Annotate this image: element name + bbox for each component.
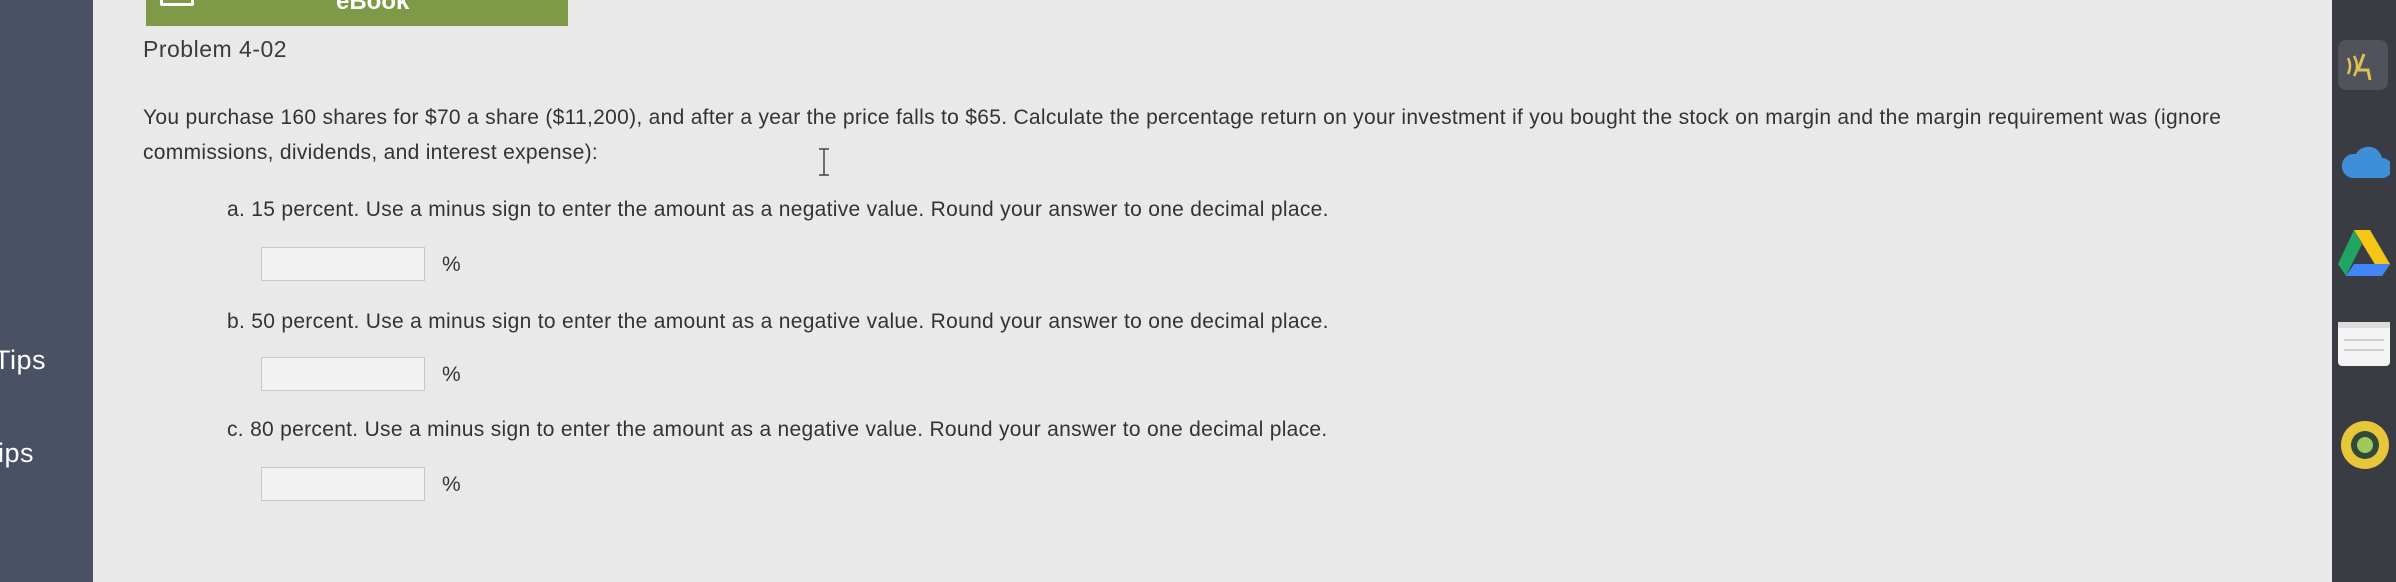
drive-icon[interactable] <box>2336 228 2392 278</box>
right-dock <box>2332 0 2396 582</box>
problem-title: Problem 4-02 <box>143 36 288 62</box>
answer-c-input[interactable] <box>261 467 425 501</box>
text-cursor-icon <box>819 148 829 176</box>
sidebar-tips-label[interactable]: Tips <box>0 345 46 376</box>
book-icon <box>160 0 194 6</box>
audio-icon[interactable] <box>2338 40 2388 90</box>
answer-a-input[interactable] <box>261 247 425 281</box>
cloud-icon[interactable] <box>2338 138 2390 186</box>
answer-c-unit: % <box>442 473 461 496</box>
answer-b-input[interactable] <box>261 357 425 391</box>
problem-text: You purchase 160 shares for $70 a share … <box>143 106 2222 164</box>
sidebar-tips-label-2[interactable]: ips <box>0 438 34 469</box>
question-b-label: b. 50 percent. Use a minus sign to enter… <box>227 310 1329 333</box>
answer-a-unit: % <box>442 253 461 276</box>
notes-icon[interactable] <box>2338 318 2390 368</box>
question-c-label: c. 80 percent. Use a minus sign to enter… <box>227 418 1328 441</box>
answer-b-unit: % <box>442 363 461 386</box>
ebook-tab[interactable]: eBook <box>146 0 568 26</box>
question-a-label: a. 15 percent. Use a minus sign to enter… <box>227 198 1329 221</box>
ebook-label: eBook <box>336 0 410 15</box>
app-icon[interactable] <box>2340 420 2390 470</box>
left-sidebar: Tips ips <box>0 0 93 582</box>
